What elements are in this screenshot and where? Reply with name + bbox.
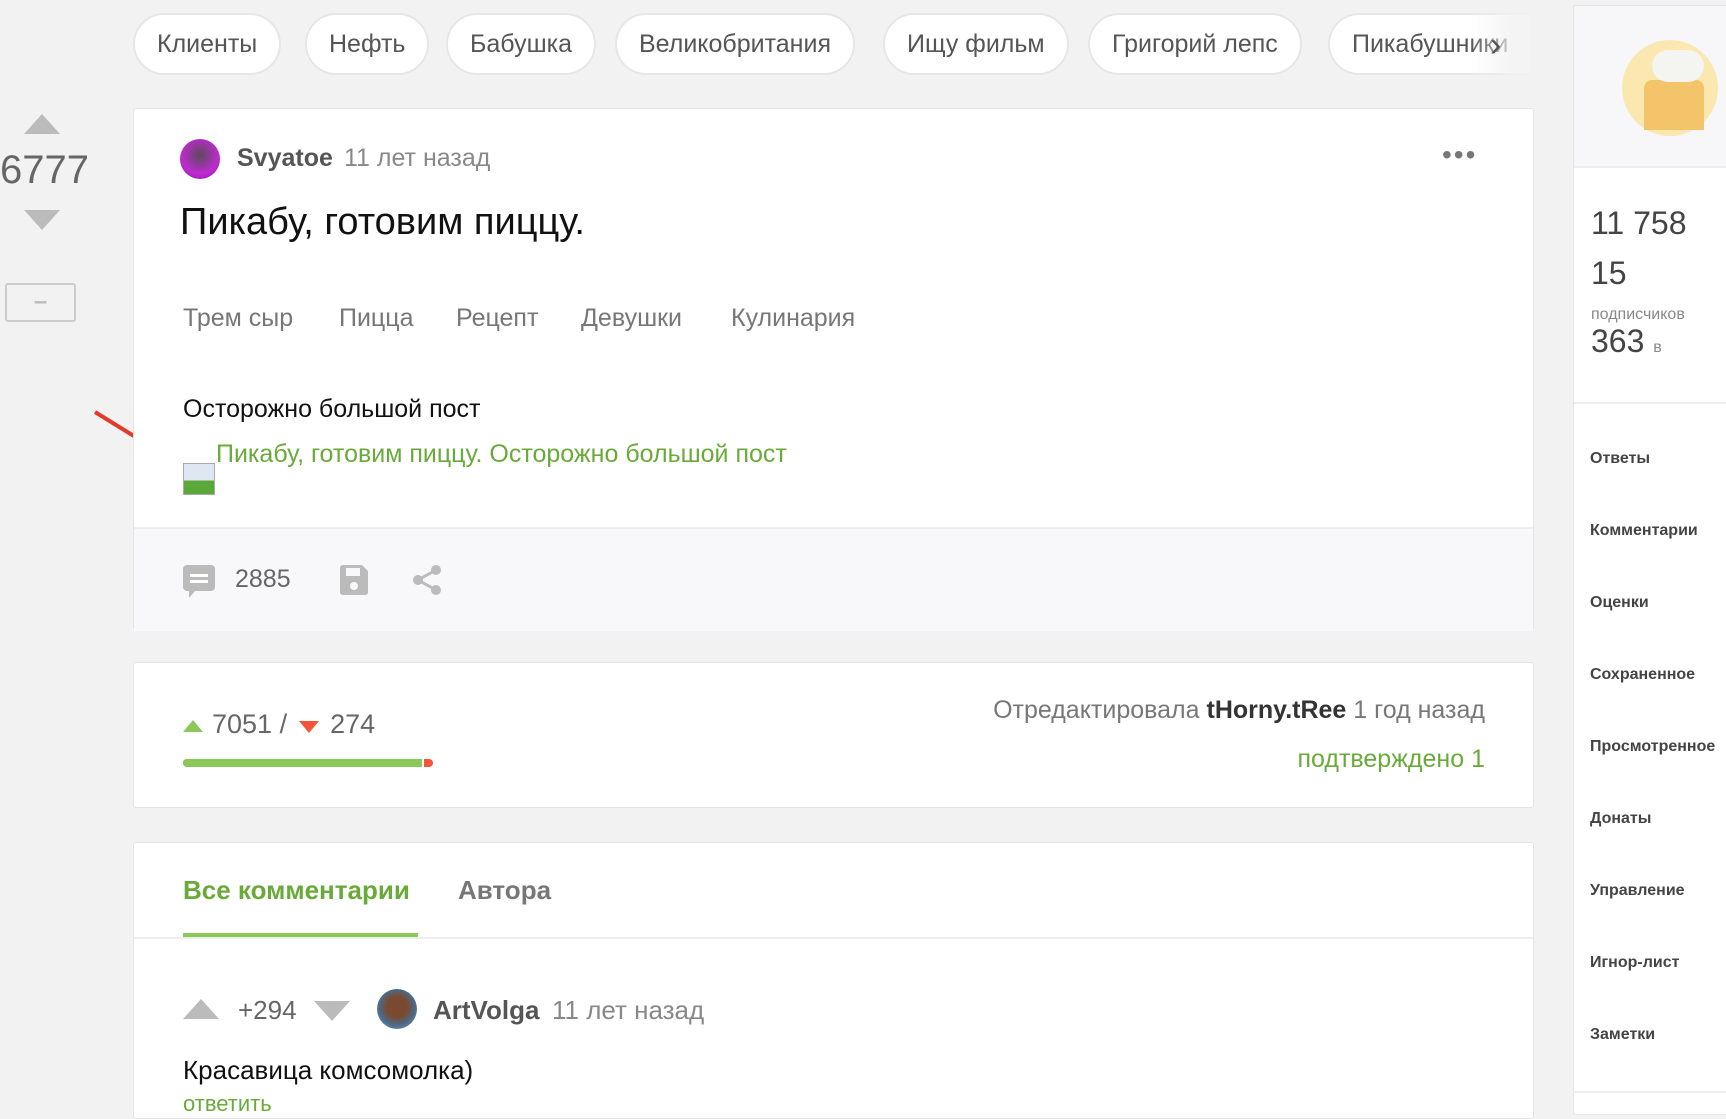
edited-label: Отредактировала <box>993 696 1200 724</box>
rating-bar-fill <box>183 759 424 767</box>
profile-avatar[interactable] <box>1622 40 1718 136</box>
chip-leps[interactable]: Григорий лепс <box>1088 13 1302 75</box>
stat-value: 15 <box>1591 255 1627 291</box>
sidebar-divider <box>1574 1091 1726 1093</box>
menu-ratings[interactable]: Оценки <box>1590 594 1724 612</box>
menu-management[interactable]: Управление <box>1590 882 1724 900</box>
avatar-chef-hat <box>1652 50 1704 82</box>
reply-link[interactable]: ответить <box>183 1091 272 1117</box>
author-avatar[interactable] <box>180 139 220 179</box>
post-footer: 2885 <box>134 527 1533 631</box>
more-options-icon[interactable]: ••• <box>1442 139 1477 171</box>
rating-summary: 7051 / 274 <box>212 709 375 740</box>
stat-value: 11 758 <box>1591 205 1687 241</box>
comment-upvote-icon[interactable] <box>183 999 219 1019</box>
menu-donations[interactable]: Донаты <box>1590 810 1724 828</box>
menu-ignore-list[interactable]: Игнор-лист <box>1590 954 1724 972</box>
tag[interactable]: Пицца <box>339 304 413 333</box>
comments-count[interactable]: 2885 <box>235 565 291 594</box>
collapse-button[interactable]: – <box>5 283 76 322</box>
comments-icon[interactable] <box>183 565 215 599</box>
comment-score: +294 <box>238 995 297 1025</box>
stat-rating: 11 758 <box>1591 205 1723 241</box>
post-text: Осторожно большой пост <box>183 395 481 423</box>
confirmed-link[interactable]: подтверждено 1 <box>1297 745 1485 774</box>
tag[interactable]: Трем сыр <box>183 304 293 333</box>
tab-author[interactable]: Автора <box>458 875 551 906</box>
profile-header <box>1574 6 1726 168</box>
downvote-icon[interactable] <box>24 210 60 230</box>
comment-text: Красавица комсомолка) <box>183 1055 474 1085</box>
menu-notes[interactable]: Заметки <box>1590 1026 1724 1044</box>
stat-value: 363 <box>1591 323 1645 359</box>
rating-card: 7051 / 274 Отредактировала tHorny.tRee 1… <box>133 662 1534 808</box>
commenter-avatar[interactable] <box>377 989 417 1029</box>
upvotes: 7051 <box>212 709 273 739</box>
downvotes: 274 <box>330 709 376 739</box>
tabs-divider <box>134 937 1533 939</box>
editor-name[interactable]: tHorny.tRee <box>1207 696 1347 724</box>
stat-subscribers: 15 подписчиков <box>1591 255 1723 326</box>
broken-image-icon <box>183 463 215 495</box>
tag[interactable]: Рецепт <box>456 304 538 333</box>
menu-viewed[interactable]: Просмотренное <box>1590 738 1724 756</box>
chevron-right-icon[interactable]: › <box>1490 26 1501 65</box>
confirmed-label: подтверждено <box>1297 745 1465 773</box>
stat-label: подписчиков <box>1591 306 1685 324</box>
comment-time: 11 лет назад <box>552 995 705 1025</box>
avatar-cheese-face <box>1644 80 1704 130</box>
post-title[interactable]: Пикабу, готовим пиццу. <box>180 201 585 244</box>
chip-clients[interactable]: Клиенты <box>133 13 282 75</box>
share-icon[interactable] <box>412 565 442 595</box>
menu-replies[interactable]: Ответы <box>1590 450 1724 468</box>
edit-info: Отредактировала tHorny.tRee 1 год назад <box>993 696 1485 725</box>
chip-uk[interactable]: Великобритания <box>615 13 855 75</box>
sidebar-divider <box>1574 402 1726 404</box>
post-time: 11 лет назад <box>344 144 491 172</box>
comments-card: Все комментарии Автора +294 ArtVolga 11 … <box>133 842 1534 1119</box>
menu-comments[interactable]: Комментарии <box>1590 522 1724 540</box>
menu-saved[interactable]: Сохраненное <box>1590 666 1724 684</box>
confirmed-count: 1 <box>1471 745 1485 773</box>
chip-grandma[interactable]: Бабушка <box>446 13 597 75</box>
post-card: Svyatoe 11 лет назад ••• Пикабу, готовим… <box>133 108 1534 631</box>
stat-label: в <box>1653 339 1662 356</box>
downvote-triangle-icon <box>298 721 319 733</box>
upvote-triangle-icon <box>183 720 203 732</box>
edited-time: 1 год назад <box>1353 696 1485 724</box>
commenter-name[interactable]: ArtVolga <box>433 995 539 1026</box>
separator: / <box>279 709 288 739</box>
post-rating: 6777 <box>0 148 89 192</box>
post-image-alt[interactable]: Пикабу, готовим пиццу. Осторожно большой… <box>216 439 787 469</box>
profile-sidebar: 11 758 15 подписчиков 363 в <box>1573 5 1726 1115</box>
upvote-icon[interactable] <box>24 114 60 134</box>
stat-other: 363 в <box>1591 323 1723 359</box>
tag[interactable]: Кулинария <box>731 304 855 333</box>
tab-all-comments[interactable]: Все комментарии <box>183 875 410 906</box>
rating-bar <box>183 759 433 767</box>
comment-downvote-icon[interactable] <box>314 1001 350 1021</box>
tag[interactable]: Девушки <box>581 304 682 333</box>
author-name[interactable]: Svyatoe <box>237 144 333 173</box>
save-icon[interactable] <box>340 565 368 595</box>
chip-movie[interactable]: Ищу фильм <box>883 13 1069 75</box>
chip-oil[interactable]: Нефть <box>305 13 430 75</box>
